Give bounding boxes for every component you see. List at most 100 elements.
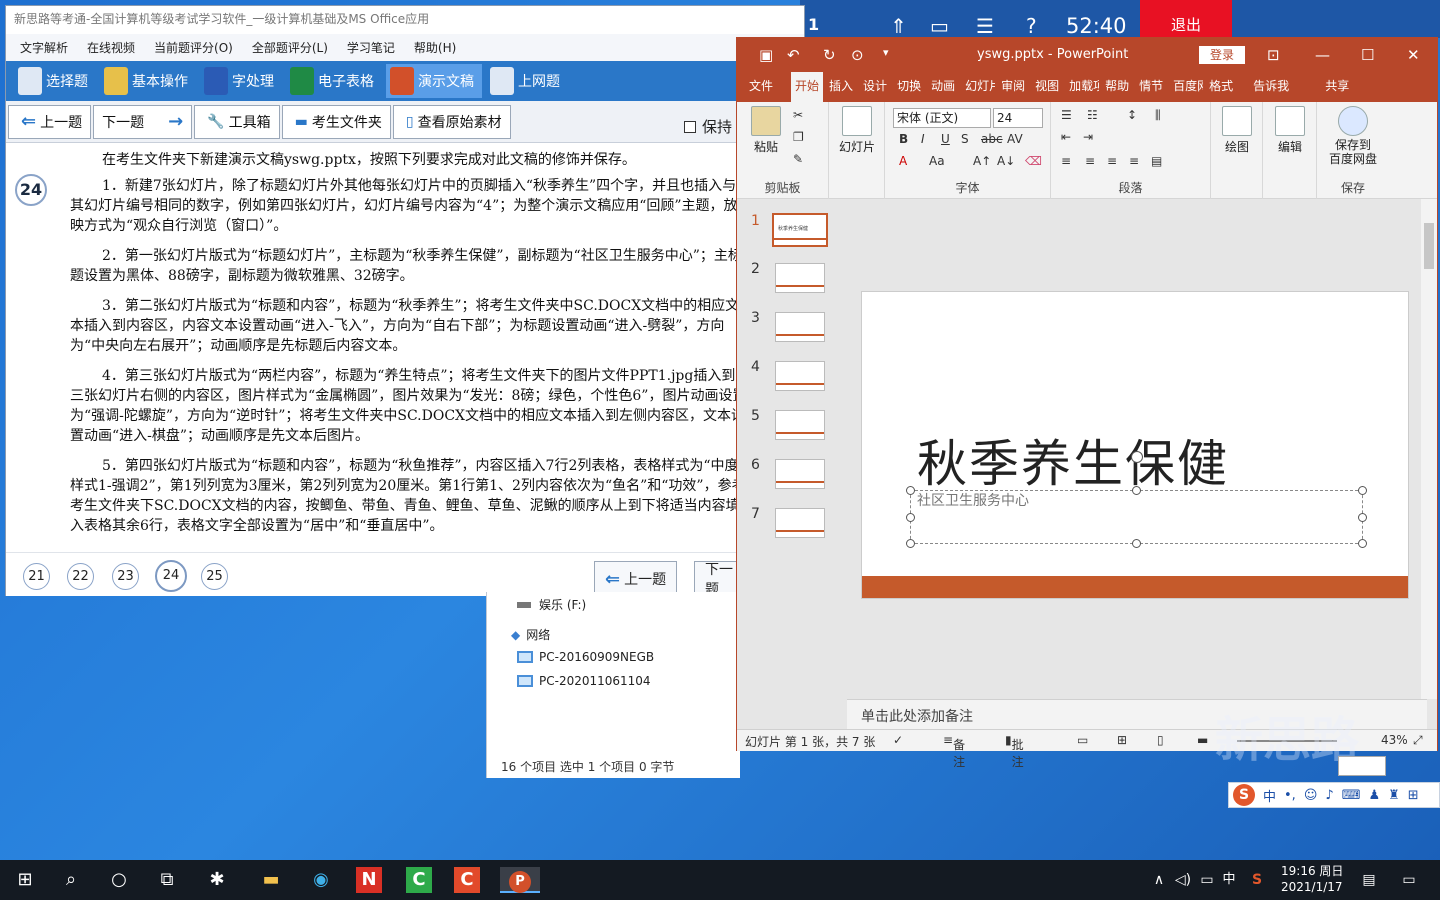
increase-font-icon[interactable]: A↑ bbox=[973, 154, 991, 168]
user-icon[interactable]: ♟ bbox=[1368, 788, 1380, 803]
font-name-select[interactable]: 宋体 (正文) bbox=[893, 108, 991, 128]
shadow-icon[interactable]: S bbox=[961, 132, 969, 146]
slide-thumbnail[interactable] bbox=[775, 263, 825, 293]
tab-view[interactable]: 视图 bbox=[1031, 77, 1063, 102]
save-icon[interactable]: ▣ bbox=[759, 46, 773, 64]
computer-item[interactable]: PC-202011061104 bbox=[517, 674, 651, 688]
keep-checkbox[interactable]: 保持 bbox=[684, 116, 732, 137]
collapse-icon[interactable]: ⇑ bbox=[890, 14, 907, 38]
minimize-icon[interactable]: — bbox=[1315, 46, 1330, 64]
exit-button[interactable]: 退出 bbox=[1140, 0, 1232, 38]
app-n-icon[interactable]: N bbox=[356, 867, 382, 893]
tab-internet[interactable]: 上网题 bbox=[486, 64, 568, 98]
menu-item[interactable]: 帮助(H) bbox=[414, 39, 456, 56]
punctuation-icon[interactable]: •, bbox=[1284, 788, 1296, 803]
undo-icon[interactable]: ↶ bbox=[787, 46, 800, 64]
ime-mini-toolbar[interactable] bbox=[1338, 756, 1386, 776]
tab-home[interactable]: 开始 bbox=[791, 69, 824, 102]
tell-me-box[interactable]: 告诉我 bbox=[1249, 77, 1293, 102]
slide-subtitle[interactable]: 社区卫生服务中心 bbox=[917, 490, 1029, 510]
sogou-tray-icon[interactable]: S bbox=[1244, 867, 1270, 893]
ribbon-display-icon[interactable]: ⊡ bbox=[1267, 46, 1280, 64]
underline-icon[interactable]: U bbox=[941, 132, 950, 146]
align-center-icon[interactable]: ≡ bbox=[1085, 154, 1095, 168]
emoji-icon[interactable]: ☺ bbox=[1304, 788, 1318, 803]
ime-lang[interactable]: 中 bbox=[1263, 786, 1276, 805]
redo-icon[interactable]: ↻ bbox=[823, 46, 836, 64]
numbering-icon[interactable]: ☷ bbox=[1087, 108, 1098, 122]
tab-excel[interactable]: 电子表格 bbox=[286, 64, 382, 98]
maximize-icon[interactable]: ☐ bbox=[1361, 46, 1374, 64]
ime-indicator[interactable]: 中 bbox=[1216, 867, 1242, 893]
app-c-red-icon[interactable]: C bbox=[454, 867, 480, 893]
customize-qat-icon[interactable]: ▾ bbox=[883, 46, 889, 59]
align-left-icon[interactable]: ≡ bbox=[1061, 154, 1071, 168]
pinwheel-app-icon[interactable]: ✱ bbox=[204, 867, 230, 893]
cut-icon[interactable]: ✂ bbox=[793, 108, 803, 122]
columns-icon[interactable]: ⫼ bbox=[1155, 108, 1161, 123]
question-nav-button[interactable]: 21 bbox=[23, 563, 50, 590]
draw-button[interactable]: 绘图 bbox=[1217, 106, 1257, 155]
save-to-baidu-button[interactable]: 保存到 百度网盘 bbox=[1319, 106, 1387, 166]
search-icon[interactable]: ⌕ bbox=[58, 867, 84, 893]
computer-item[interactable]: PC-20160909NEGB bbox=[517, 650, 654, 664]
tab-basic-ops[interactable]: 基本操作 bbox=[100, 64, 196, 98]
menu-item[interactable]: 学习笔记 bbox=[347, 39, 395, 56]
distribute-icon[interactable]: ▤ bbox=[1151, 154, 1162, 168]
slide-thumbnail[interactable] bbox=[775, 410, 825, 440]
tab-insert[interactable]: 插入 bbox=[825, 77, 857, 102]
slide-canvas[interactable]: 秋季养生保健 社区卫生服务中心 bbox=[861, 291, 1409, 599]
drive-item[interactable]: 娱乐 (F:) bbox=[517, 596, 586, 613]
slide-thumbnail-selected[interactable]: 秋季养生保健 bbox=[772, 213, 828, 247]
justify-icon[interactable]: ≡ bbox=[1129, 154, 1139, 168]
clear-format-icon[interactable]: ⌫ bbox=[1025, 154, 1042, 168]
tab-design[interactable]: 设计 bbox=[859, 77, 891, 102]
tab-choice[interactable]: 选择题 bbox=[14, 64, 96, 98]
resize-handle[interactable] bbox=[1358, 513, 1367, 522]
vertical-scrollbar[interactable] bbox=[1421, 199, 1437, 699]
resize-handle[interactable] bbox=[1132, 486, 1141, 495]
scroll-thumb[interactable] bbox=[1424, 223, 1434, 269]
toolbox-icon[interactable]: ⊞ bbox=[1408, 788, 1419, 803]
bold-icon[interactable]: B bbox=[899, 132, 908, 146]
align-right-icon[interactable]: ≡ bbox=[1107, 154, 1117, 168]
change-case-icon[interactable]: Aa bbox=[929, 154, 945, 168]
file-explorer-icon[interactable]: ▬ bbox=[258, 867, 284, 893]
resize-handle[interactable] bbox=[1358, 539, 1367, 548]
resize-handle[interactable] bbox=[1132, 539, 1141, 548]
resize-handle[interactable] bbox=[1358, 486, 1367, 495]
view-material-button[interactable]: ▯ 查看原始素材 bbox=[392, 104, 511, 139]
prev-question-button[interactable]: ⇐ 上一题 bbox=[8, 104, 92, 139]
list-icon[interactable]: ☰ bbox=[976, 14, 994, 38]
paste-button[interactable]: 粘贴 bbox=[749, 106, 783, 155]
rotate-handle-icon[interactable] bbox=[1131, 451, 1143, 463]
font-size-select[interactable]: 24 bbox=[993, 108, 1043, 128]
edge-icon[interactable]: ◉ bbox=[308, 867, 334, 893]
menu-item[interactable]: 当前题评分(O) bbox=[154, 39, 233, 56]
edit-button[interactable]: 编辑 bbox=[1269, 106, 1311, 155]
menu-item[interactable]: 文字解析 bbox=[20, 39, 68, 56]
tray-chevron-icon[interactable]: ∧ bbox=[1146, 867, 1172, 893]
login-button[interactable]: 登录 bbox=[1199, 46, 1245, 64]
menu-item[interactable]: 全部题评分(L) bbox=[252, 39, 328, 56]
tab-powerpoint[interactable]: 演示文稿 bbox=[386, 64, 482, 98]
clock[interactable]: 19:16 周日 2021/1/17 bbox=[1281, 863, 1343, 895]
tab-storyline[interactable]: 情节 bbox=[1135, 77, 1167, 102]
resize-handle[interactable] bbox=[906, 539, 915, 548]
increase-indent-icon[interactable]: ⇥ bbox=[1083, 130, 1093, 144]
network-item[interactable]: ◆ 网络 bbox=[511, 626, 550, 643]
font-color-icon[interactable]: A bbox=[899, 154, 907, 168]
toolbox-button[interactable]: 🔧 工具箱 bbox=[194, 104, 280, 139]
start-icon[interactable]: ⊞ bbox=[12, 867, 38, 893]
question-nav-button[interactable]: 22 bbox=[67, 563, 94, 590]
tab-help[interactable]: 帮助 bbox=[1101, 77, 1133, 102]
spellcheck-icon[interactable]: ✓ bbox=[893, 733, 903, 747]
tab-review[interactable]: 审阅 bbox=[997, 77, 1029, 102]
notification-app-icon[interactable]: ▤ bbox=[1356, 867, 1382, 893]
format-painter-icon[interactable]: ✎ bbox=[793, 152, 803, 166]
volume-icon[interactable]: ◁) bbox=[1170, 867, 1196, 893]
sogou-logo-icon[interactable]: S bbox=[1233, 784, 1255, 806]
skin-icon[interactable]: ♜ bbox=[1388, 788, 1400, 803]
decrease-indent-icon[interactable]: ⇤ bbox=[1061, 130, 1071, 144]
comments-toggle[interactable]: ▮ 批注 bbox=[1005, 733, 1024, 769]
